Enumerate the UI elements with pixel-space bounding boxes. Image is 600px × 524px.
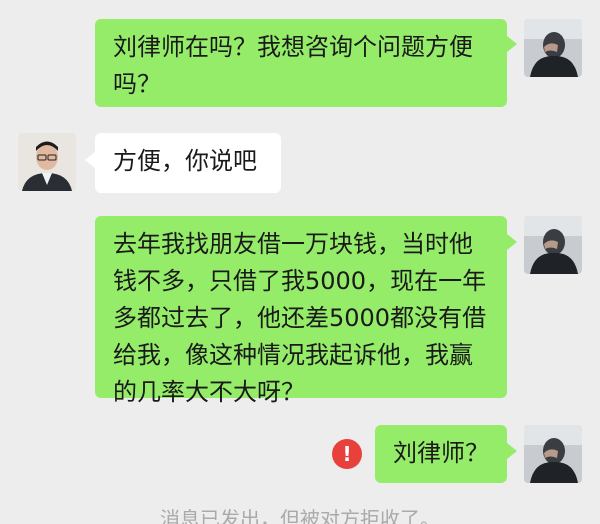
send-failed-icon[interactable]: ! — [332, 439, 362, 469]
bubble-tail — [507, 36, 517, 52]
message-bubble-incoming[interactable]: 方便，你说吧 — [95, 133, 281, 193]
user-avatar-icon — [524, 216, 582, 274]
my-avatar[interactable] — [524, 19, 582, 77]
system-notice: 消息已发出，但被对方拒收了。 — [160, 507, 440, 524]
user-avatar-icon — [524, 425, 582, 483]
bubble-tail — [507, 443, 517, 459]
message-bubble-outgoing[interactable]: 刘律师在吗？我想咨询个问题方便吗？ — [95, 19, 507, 107]
chat-window: 刘律师在吗？我想咨询个问题方便吗？ 方便，你说吧 去年我找朋友借一万块钱，当时他… — [0, 0, 600, 524]
message-bubble-outgoing[interactable]: 去年我找朋友借一万块钱，当时他钱不多，只借了我5000，现在一年多都过去了，他还… — [95, 216, 507, 406]
my-avatar[interactable] — [524, 216, 582, 274]
lawyer-avatar-icon — [18, 133, 76, 191]
message-text: 刘律师在吗？我想咨询个问题方便吗？ — [113, 33, 473, 98]
bubble-tail — [507, 234, 517, 250]
my-avatar[interactable] — [524, 425, 582, 483]
user-avatar-icon — [524, 19, 582, 77]
message-text: 方便，你说吧 — [113, 147, 257, 175]
message-text: 刘律师？ — [393, 439, 489, 467]
bubble-tail — [85, 152, 95, 168]
message-bubble-outgoing[interactable]: 刘律师？ — [375, 425, 507, 483]
message-text: 去年我找朋友借一万块钱，当时他钱不多，只借了我5000，现在一年多都过去了，他还… — [113, 230, 487, 406]
lawyer-avatar[interactable] — [18, 133, 76, 191]
